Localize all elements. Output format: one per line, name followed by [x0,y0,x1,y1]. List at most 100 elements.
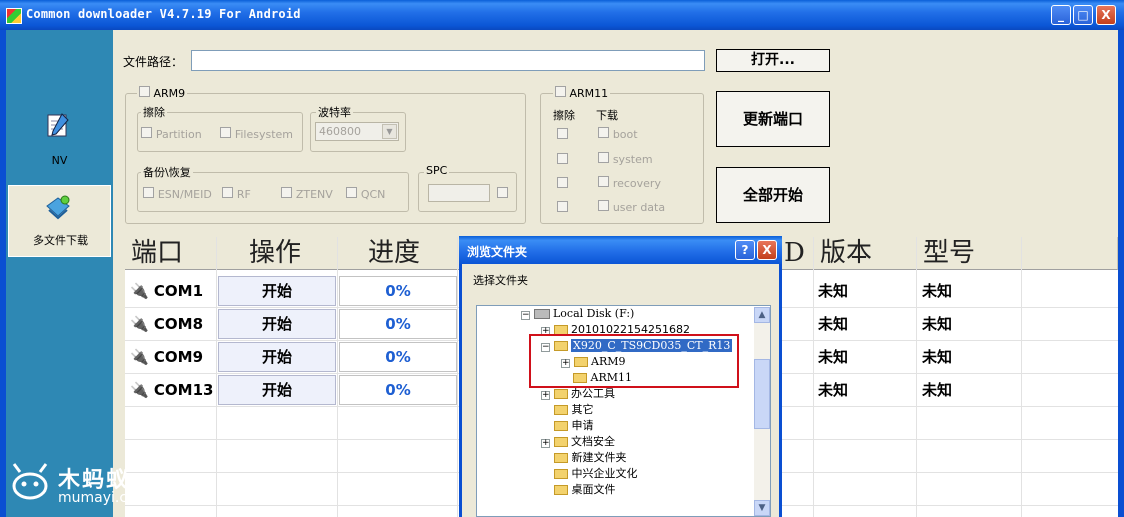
nav-item-multi-download[interactable]: 多文件下载 [8,185,111,257]
port-name: COM13 [153,381,214,399]
recovery-label: recovery [612,177,661,190]
arm11-erase-recovery-checkbox[interactable] [557,177,568,188]
arm11-erase-userdata-checkbox[interactable] [557,201,568,212]
tree-node-label: 办公工具 [571,387,615,400]
minimize-button[interactable]: _ [1051,5,1071,25]
filesystem-checkbox[interactable] [220,127,231,138]
baud-label: 波特率 [316,104,353,120]
recovery-option[interactable]: recovery [598,176,661,190]
column-header-version: 版本 [814,237,917,270]
esn-checkbox[interactable] [143,187,154,198]
userdata-option[interactable]: user data [598,200,665,214]
folder-icon [554,469,568,479]
baud-select[interactable]: 460800 ▼ [315,122,399,141]
left-nav: NV 多文件下载 [6,30,113,517]
tree-node-folder[interactable]: 中兴企业文化 [554,466,638,482]
collapse-icon[interactable]: − [521,311,530,320]
expand-icon[interactable]: + [541,391,550,400]
ztenv-label: ZTENV [295,188,333,201]
tree-node-label: 桌面文件 [571,483,616,496]
tree-node-folder[interactable]: 新建文件夹 [554,450,627,466]
qcn-checkbox[interactable] [346,187,357,198]
progress-cell: 0% [339,375,457,405]
system-option[interactable]: system [598,152,653,166]
boot-option[interactable]: boot [598,127,638,141]
port-cell: 🔌 COM9 [130,341,215,373]
esn-label: ESN/MEID [157,188,212,201]
maximize-button[interactable]: □ [1073,5,1093,25]
recovery-checkbox[interactable] [598,176,609,187]
column-header-port: 端口 [125,237,217,270]
rf-option[interactable]: RF [222,187,251,201]
baud-value: 460800 [319,125,361,138]
update-ports-button[interactable]: 更新端口 [716,91,830,147]
expand-icon[interactable]: + [541,439,550,448]
start-button[interactable]: 开始 [218,342,336,372]
partition-option[interactable]: Partition [141,127,202,141]
tree-node-folder[interactable]: 其它 [554,402,594,418]
backup-label: 备份\恢复 [141,164,193,180]
spc-checkbox[interactable] [497,187,508,198]
drive-icon [533,309,550,319]
tree-node-label: 新建文件夹 [571,451,627,464]
filesystem-label: Filesystem [234,128,294,141]
window-frame-right [1118,30,1124,517]
ztenv-checkbox[interactable] [281,187,292,198]
version-cell: 未知 [818,315,849,333]
arm11-checkbox[interactable] [555,86,566,97]
model-cell: 未知 [922,282,953,300]
open-button[interactable]: 打开... [716,49,830,72]
arm9-label: ARM9 [153,87,186,100]
tree-node-label: 文档安全 [571,435,615,448]
qcn-option[interactable]: QCN [346,187,385,201]
arm9-checkbox[interactable] [139,86,150,97]
version-cell: 未知 [818,282,849,300]
rf-checkbox[interactable] [222,187,233,198]
chevron-down-icon[interactable]: ▼ [382,124,397,139]
scroll-up-icon[interactable]: ▲ [754,307,770,323]
spc-input[interactable] [428,184,490,202]
start-button[interactable]: 开始 [218,276,336,306]
esn-option[interactable]: ESN/MEID [143,187,212,201]
ztenv-option[interactable]: ZTENV [281,187,333,201]
start-button[interactable]: 开始 [218,375,336,405]
spc-label: SPC [424,164,450,177]
start-all-button[interactable]: 全部开始 [716,167,830,223]
progress-cell: 0% [339,309,457,339]
model-cell: 未知 [922,348,953,366]
folder-icon [553,437,568,447]
tree-scrollbar[interactable]: ▲ ▼ [754,307,770,516]
watermark-url: mumayi.com [58,490,150,506]
tree-node-folder[interactable]: 申请 [554,418,594,434]
tree-node-label: Local Disk (F:) [553,307,635,320]
highlight-box [529,334,739,388]
arm9-legend: ARM9 [137,86,188,100]
userdata-checkbox[interactable] [598,200,609,211]
arm11-erase-system-checkbox[interactable] [557,153,568,164]
tree-node-folder[interactable]: 桌面文件 [554,482,616,498]
folder-tree[interactable]: − Local Disk (F:) + 20101022154251682 − … [476,305,771,517]
tree-node-folder[interactable]: + 文档安全 [541,434,615,450]
port-name: COM8 [153,315,204,333]
arm11-erase-boot-checkbox[interactable] [557,128,568,139]
partition-label: Partition [155,128,202,141]
model-cell: 未知 [922,315,953,333]
tree-node-drive[interactable]: − Local Disk (F:) [521,306,634,322]
help-button[interactable]: ? [735,240,755,260]
scroll-thumb[interactable] [754,359,770,429]
dialog-close-button[interactable]: X [757,240,777,260]
port-plug-icon: 🔌 [130,381,149,399]
filesystem-option[interactable]: Filesystem [220,127,293,141]
start-button[interactable]: 开始 [218,309,336,339]
tree-node-folder[interactable]: + 办公工具 [541,386,615,402]
nav-item-nv[interactable]: NV [6,110,113,170]
port-cell: 🔌 COM1 [130,275,215,307]
dialog-body: 选择文件夹 − Local Disk (F:) + 20101022154251… [462,264,779,517]
close-button[interactable]: X [1096,5,1116,25]
scroll-down-icon[interactable]: ▼ [754,500,770,516]
download-icon [46,195,70,220]
system-checkbox[interactable] [598,152,609,163]
partition-checkbox[interactable] [141,127,152,138]
boot-checkbox[interactable] [598,127,609,138]
path-input[interactable] [191,50,705,71]
